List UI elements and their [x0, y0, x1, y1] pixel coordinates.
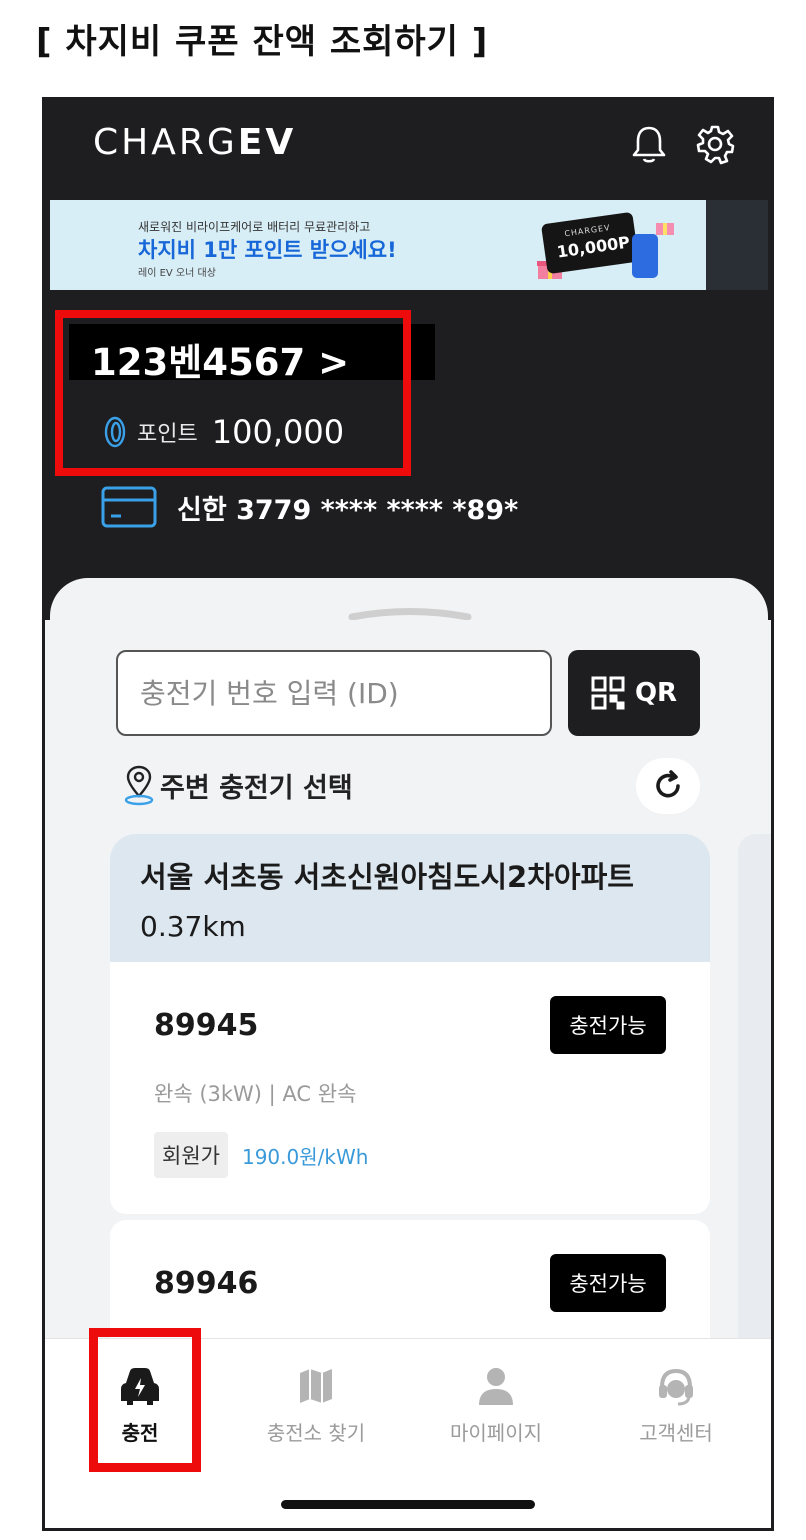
payment-card-row[interactable]: 신한 3779 **** **** *89*	[101, 486, 518, 528]
status-badge: 충전가능	[550, 996, 666, 1054]
charger-id: 89945	[154, 1008, 259, 1043]
home-indicator[interactable]	[281, 1500, 535, 1509]
qr-label: QR	[634, 678, 678, 708]
nearby-label: 주변 충전기 선택	[160, 772, 353, 804]
notification-bell-icon[interactable]	[627, 122, 671, 166]
charger-id: 89946	[154, 1266, 259, 1301]
person-icon	[479, 1368, 513, 1405]
status-badge: 충전가능	[550, 1254, 666, 1312]
highlight-box-points	[55, 310, 411, 476]
charger-id-input[interactable]	[116, 650, 552, 736]
sheet-handle[interactable]	[348, 608, 472, 620]
charger-item[interactable]: 89945 충전가능 완속 (3kW) | AC 완속 회원가 190.0원/k…	[110, 962, 710, 1214]
map-icon	[300, 1369, 332, 1403]
tab-label: 고객센터	[639, 1421, 713, 1445]
promo-banner[interactable]: 새로워진 비라이프케어로 배터리 무료관리하고 차지비 1만 포인트 받으세요!…	[50, 200, 768, 290]
banner-headline: 차지비 1만 포인트 받으세요!	[138, 238, 397, 262]
credit-card-icon	[101, 486, 157, 528]
banner-line1: 새로워진 비라이프케어로 배터리 무료관리하고	[138, 220, 371, 234]
tab-find-station[interactable]: 충전소 찾기	[241, 1365, 391, 1446]
points-ticket-image: CHARGEV 10,000P	[540, 211, 640, 275]
member-price: 190.0원/kWh	[241, 1144, 369, 1169]
tab-label: 충전소 찾기	[266, 1421, 366, 1445]
phone-screen: CHARGEV 새로워진 비라이프케어로 배터리 무료관리하고 차지비 1만 포…	[42, 97, 774, 1531]
page-heading: [ 차지비 쿠폰 잔액 조회하기 ]	[36, 22, 489, 62]
station-card-header[interactable]: 서울 서초동 서초신원아침도시2차아파트 0.37km	[110, 834, 710, 962]
card-number-text: 신한 3779 **** **** *89*	[177, 494, 519, 526]
logo-bold-text: EV	[237, 122, 297, 163]
station-name: 서울 서초동 서초신원아침도시2차아파트	[140, 860, 634, 894]
qr-scan-button[interactable]: QR	[568, 650, 700, 736]
nearby-charger-select[interactable]: 주변 충전기 선택	[122, 764, 353, 806]
phone-illustration-icon	[632, 234, 658, 278]
highlight-box-charge-tab	[89, 1328, 201, 1472]
header-area: CHARGEV 새로워진 비라이프케어로 배터리 무료관리하고 차지비 1만 포…	[45, 100, 771, 620]
banner-next-peek	[706, 200, 768, 290]
qr-code-icon	[591, 676, 625, 710]
tab-my-page[interactable]: 마이페이지	[421, 1365, 571, 1446]
tab-label: 마이페이지	[450, 1421, 542, 1445]
location-pin-icon	[124, 765, 154, 806]
logo-light-text: CHARG	[93, 122, 238, 163]
refresh-icon	[656, 770, 680, 798]
refresh-button[interactable]	[636, 758, 700, 814]
price-row: 회원가 190.0원/kWh	[154, 1132, 368, 1178]
headset-icon	[659, 1368, 693, 1406]
tab-customer-center[interactable]: 고객센터	[601, 1365, 751, 1446]
charger-spec: 완속 (3kW) | AC 완속	[154, 1082, 357, 1106]
app-logo: CHARGEV	[93, 122, 296, 163]
station-distance: 0.37km	[140, 910, 246, 943]
member-price-tag: 회원가	[154, 1132, 228, 1178]
gift-icon	[654, 216, 676, 236]
settings-gear-icon[interactable]	[693, 122, 737, 166]
banner-subtext: 레이 EV 오너 대상	[138, 268, 216, 279]
